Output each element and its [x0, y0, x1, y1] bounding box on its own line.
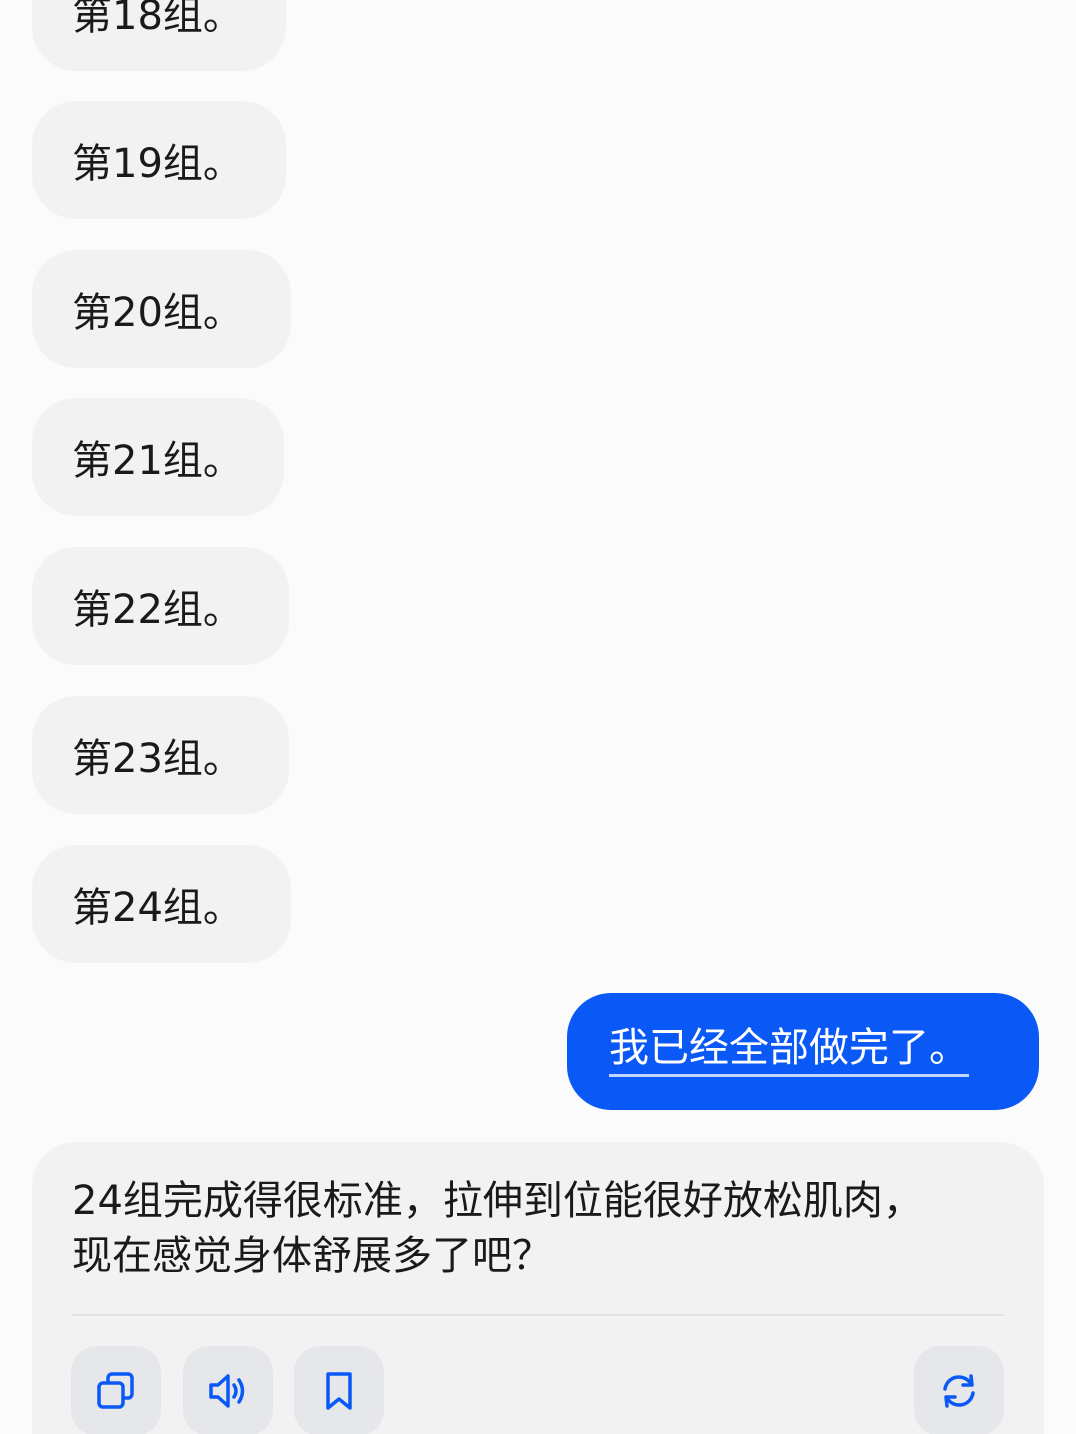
- ai-message-bubble[interactable]: 第19组。: [32, 101, 286, 219]
- ai-message-bubble[interactable]: 第18组。: [32, 0, 286, 71]
- bookmark-icon: [326, 1372, 352, 1410]
- chat-thread: 第18组。 第19组。 第20组。 第21组。 第22组。 第23组。 第24组…: [0, 0, 1076, 1434]
- ai-reply-line: 现在感觉身体舒展多了吧？: [72, 1233, 552, 1279]
- bookmark-button[interactable]: [294, 1346, 384, 1434]
- speaker-icon: [209, 1374, 245, 1408]
- ai-reply-text: 24组完成得很标准，拉伸到位能很好放松肌肉， 现在感觉身体舒展多了吧？: [72, 1174, 982, 1284]
- message-text: 第20组。: [72, 290, 243, 336]
- ai-reply-card[interactable]: 24组完成得很标准，拉伸到位能很好放松肌肉， 现在感觉身体舒展多了吧？: [32, 1142, 1044, 1434]
- message-text: 第18组。: [72, 0, 243, 39]
- ai-message-bubble[interactable]: 第23组。: [32, 696, 289, 814]
- user-message-text: 我已经全部做完了。: [609, 1026, 969, 1077]
- ai-message-bubble[interactable]: 第24组。: [32, 845, 291, 963]
- ai-message-bubble[interactable]: 第21组。: [32, 398, 284, 516]
- regenerate-button[interactable]: [914, 1346, 1004, 1434]
- ai-message-bubble[interactable]: 第22组。: [32, 547, 289, 665]
- refresh-icon: [943, 1374, 975, 1408]
- read-aloud-button[interactable]: [183, 1346, 273, 1434]
- ai-message-bubble[interactable]: 第20组。: [32, 250, 291, 368]
- card-divider: [72, 1314, 1004, 1316]
- copy-icon: [97, 1372, 134, 1409]
- message-text: 第21组。: [72, 438, 243, 484]
- message-text: 第23组。: [72, 736, 243, 782]
- copy-button[interactable]: [71, 1346, 161, 1434]
- message-text: 第19组。: [72, 141, 243, 187]
- message-text: 第24组。: [72, 885, 243, 931]
- user-message-bubble[interactable]: 我已经全部做完了。: [567, 993, 1039, 1110]
- ai-reply-line: 24组完成得很标准，拉伸到位能很好放松肌肉，: [72, 1178, 923, 1224]
- message-text: 第22组。: [72, 587, 243, 633]
